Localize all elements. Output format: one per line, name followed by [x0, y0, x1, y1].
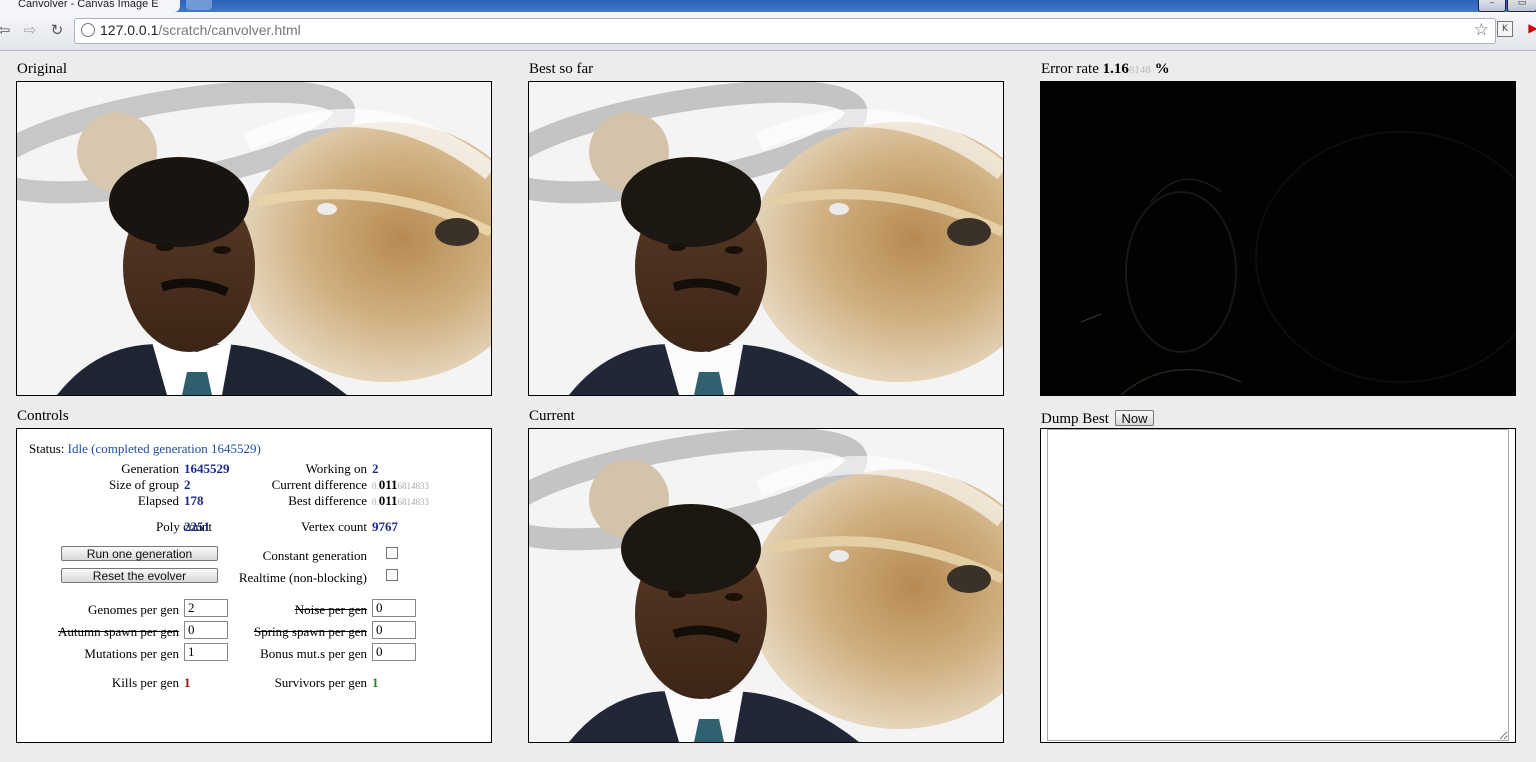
forward-arrow-icon[interactable]: ⇨ [20, 20, 40, 40]
elapsed-value: 178 [184, 493, 204, 508]
working-on-label: Working on [305, 461, 367, 476]
new-tab-button[interactable] [186, 0, 212, 10]
spring-spawn-label: Spring spawn per gen [253, 624, 367, 639]
reload-icon[interactable]: ↻ [47, 20, 67, 40]
group-size-label: Size of group [108, 477, 179, 492]
best-canvas [528, 81, 1004, 396]
original-label: Original [17, 61, 67, 77]
error-canvas [1040, 81, 1516, 396]
current-difference-value: 0.0116814833 [372, 477, 430, 492]
extension-icon[interactable]: K [1497, 21, 1513, 37]
status-line: Status: Idle (completed generation 16455… [29, 441, 261, 456]
url-text[interactable]: 127.0.0.1/scratch/canvolver.html [100, 22, 301, 38]
constant-generation-checkbox[interactable] [386, 547, 398, 559]
bonus-mutations-input[interactable]: 0 [372, 643, 416, 661]
maximize-button[interactable]: ▭ [1507, 0, 1536, 12]
best-difference-label: Best difference [288, 493, 367, 508]
survivors-per-gen-label: Survivors per gen [274, 675, 367, 690]
tab-title: Canvolver - Canvas Image E [18, 0, 159, 10]
constant-generation-label: Constant generation [262, 548, 367, 563]
current-label: Current [529, 408, 575, 424]
page-info-icon[interactable] [81, 23, 95, 37]
autumn-spawn-label: Autumn spawn per gen [58, 624, 179, 639]
menu-arrow-icon[interactable]: ▶ [1526, 21, 1536, 35]
working-on-value: 2 [372, 461, 379, 476]
noise-per-gen-label: Noise per gen [294, 602, 367, 617]
realtime-label: Realtime (non-blocking) [238, 570, 367, 585]
realtime-checkbox[interactable] [386, 569, 398, 581]
run-one-generation-button[interactable]: Run one generation [61, 546, 218, 561]
dump-now-button[interactable]: Now [1115, 410, 1154, 426]
original-canvas [16, 81, 492, 396]
kills-per-gen-label: Kills per gen [111, 675, 179, 690]
tab-strip: Canvolver - Canvas Image E – ▭ [0, 0, 1536, 12]
survivors-per-gen-value: 1 [372, 675, 379, 690]
vertex-count-label: Vertex count [300, 519, 367, 534]
mutations-per-gen-label: Mutations per gen [84, 646, 179, 661]
dump-best-label: Dump Best [1041, 411, 1109, 427]
best-difference-value: 0.0116814833 [372, 493, 430, 508]
browser-toolbar: ⇦ ⇨ ↻ 127.0.0.1/scratch/canvolver.html ☆… [0, 12, 1536, 51]
elapsed-label: Elapsed [137, 493, 179, 508]
generation-value: 1645529 [184, 461, 230, 476]
spring-spawn-input[interactable]: 0 [372, 621, 416, 639]
poly-count-value: 2251 [184, 519, 210, 534]
bonus-mutations-label: Bonus mut.s per gen [260, 646, 367, 661]
dump-best-textarea[interactable] [1047, 429, 1509, 741]
group-size-value: 2 [184, 477, 191, 492]
star-icon[interactable]: ☆ [1474, 20, 1489, 40]
back-arrow-icon[interactable]: ⇦ [0, 20, 14, 40]
reset-evolver-button[interactable]: Reset the evolver [61, 568, 218, 583]
genomes-per-gen-label: Genomes per gen [88, 602, 179, 617]
best-label: Best so far [529, 61, 594, 77]
error-rate-label: Error rate 1.168148 % [1041, 61, 1170, 77]
minimize-button[interactable]: – [1478, 0, 1506, 12]
noise-per-gen-input[interactable]: 0 [372, 599, 416, 617]
address-bar[interactable]: 127.0.0.1/scratch/canvolver.html ☆ [74, 18, 1496, 44]
browser-tab[interactable]: Canvolver - Canvas Image E [0, 0, 180, 12]
generation-label: Generation [121, 461, 179, 476]
vertex-count-value: 9767 [372, 519, 398, 534]
current-difference-label: Current difference [271, 477, 367, 492]
controls-panel: Status: Idle (completed generation 16455… [16, 428, 492, 743]
controls-label: Controls [17, 408, 69, 424]
kills-per-gen-value: 1 [184, 675, 191, 690]
current-canvas [528, 428, 1004, 743]
